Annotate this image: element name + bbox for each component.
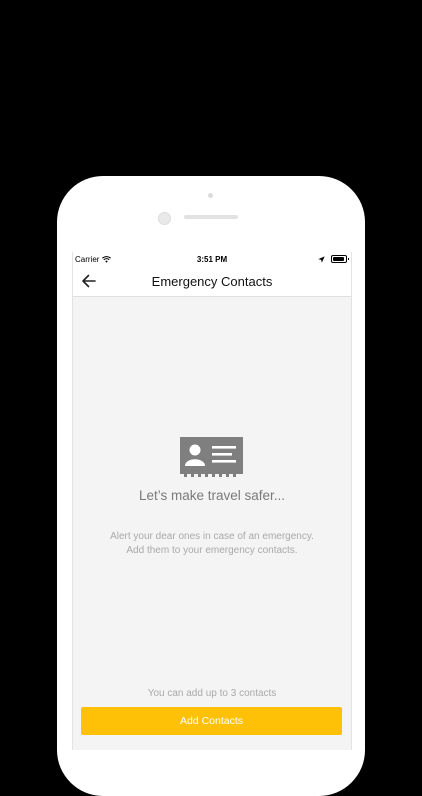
location-arrow-icon xyxy=(318,255,325,263)
proximity-sensor xyxy=(208,193,213,198)
status-time: 3:51 PM xyxy=(196,255,228,264)
empty-state-description-line: Add them to your emergency contacts. xyxy=(126,545,298,556)
app-screen: Carrier 3:51 PM Emergency Contacts Let’s… xyxy=(72,252,352,750)
add-contacts-button[interactable]: Add Contacts xyxy=(81,707,342,735)
page-title: Emergency Contacts xyxy=(151,274,273,289)
empty-state-description: Alert your dear ones in case of an emerg… xyxy=(83,530,341,558)
earpiece-speaker xyxy=(184,215,238,219)
battery-icon xyxy=(331,255,349,263)
contact-card-icon xyxy=(180,437,243,477)
status-indicators xyxy=(318,255,349,263)
status-bar: Carrier 3:51 PM xyxy=(73,252,351,266)
empty-state-description-line: Alert your dear ones in case of an emerg… xyxy=(110,531,314,542)
empty-state-title: Let’s make travel safer... xyxy=(138,488,286,503)
app-header: Emergency Contacts xyxy=(73,266,351,297)
front-camera xyxy=(158,212,171,225)
contacts-limit-note: You can add up to 3 contacts xyxy=(147,688,277,699)
